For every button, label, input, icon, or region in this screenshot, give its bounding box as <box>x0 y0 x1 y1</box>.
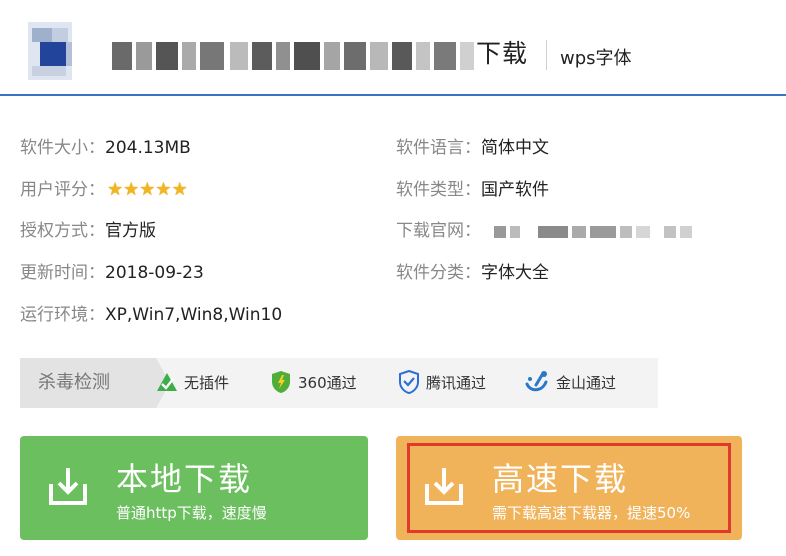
blurred-official-url[interactable] <box>494 226 694 238</box>
fast-download-subtitle: 需下载高速下载器，提速50% <box>492 504 691 522</box>
av-item-label: 金山通过 <box>556 374 617 392</box>
av-item-label: 无插件 <box>184 374 230 392</box>
star-icon: ★ <box>123 179 140 200</box>
info-language-value: 简体中文 <box>481 138 549 158</box>
av-item-kingsoft: 金山通过 <box>524 358 616 408</box>
rating-stars: ★★★★★ <box>107 178 188 202</box>
info-size: 软件大小：204.13MB <box>20 136 191 160</box>
star-icon: ★ <box>139 179 156 200</box>
av-item-tencent: 腾讯通过 <box>398 358 486 408</box>
info-updated-label: 更新时间： <box>20 263 105 283</box>
title-tag: wps字体 <box>560 48 632 69</box>
page-title-suffix: 下载 <box>476 39 529 68</box>
info-language: 软件语言：简体中文 <box>396 136 549 160</box>
av-item-label: 腾讯通过 <box>426 374 487 392</box>
info-language-label: 软件语言： <box>396 138 481 158</box>
star-icon: ★ <box>107 179 124 200</box>
info-env: 运行环境：XP,Win7,Win8,Win10 <box>20 303 282 327</box>
info-license-label: 授权方式： <box>20 221 105 241</box>
info-size-label: 软件大小： <box>20 138 105 158</box>
av-item-360: 360通过 <box>270 358 357 408</box>
info-env-label: 运行环境： <box>20 305 105 325</box>
av-item-label: 360通过 <box>298 374 357 392</box>
local-download-button[interactable]: 本地下载 普通http下载，速度慢 <box>20 436 368 540</box>
antivirus-bar: 杀毒检测 无插件 360通过 腾讯通过 金山通过 <box>20 358 658 408</box>
download-icon <box>425 468 463 505</box>
green-check-triangle-icon <box>157 372 177 391</box>
software-header: 下载 wps字体 <box>0 0 786 96</box>
blurred-title <box>112 42 474 70</box>
info-rating: 用户评分： ★★★★★ <box>20 178 188 202</box>
info-category-label: 软件分类： <box>396 263 481 283</box>
info-env-value: XP,Win7,Win8,Win10 <box>105 305 283 325</box>
kingsoft-icon <box>525 370 548 391</box>
fast-download-button[interactable]: 高速下载 需下载高速下载器，提速50% <box>396 436 742 540</box>
info-type: 软件类型：国产软件 <box>396 178 549 202</box>
local-download-subtitle: 普通http下载，速度慢 <box>116 504 267 522</box>
app-file-icon <box>26 20 74 82</box>
star-icon: ★ <box>155 179 172 200</box>
fast-download-title: 高速下载 <box>492 460 629 498</box>
info-official: 下载官网： <box>396 219 481 243</box>
info-updated: 更新时间：2018-09-23 <box>20 261 204 285</box>
tencent-shield-icon <box>399 369 419 394</box>
av-item-no-plugin: 无插件 <box>156 358 229 408</box>
info-category-value[interactable]: 字体大全 <box>481 263 549 283</box>
antivirus-label: 杀毒检测 <box>20 358 156 408</box>
local-download-title: 本地下载 <box>116 460 253 498</box>
title-divider <box>546 40 547 70</box>
star-icon: ★ <box>171 179 188 200</box>
download-icon <box>49 468 87 505</box>
info-updated-value: 2018-09-23 <box>105 263 204 283</box>
info-category: 软件分类：字体大全 <box>396 261 549 285</box>
360-shield-icon <box>272 370 290 393</box>
info-type-label: 软件类型： <box>396 180 481 200</box>
info-official-label: 下载官网： <box>396 221 481 241</box>
info-license: 授权方式：官方版 <box>20 219 156 243</box>
info-license-value: 官方版 <box>105 221 156 241</box>
info-type-value: 国产软件 <box>481 180 549 200</box>
info-size-value: 204.13MB <box>105 138 191 158</box>
info-rating-label: 用户评分： <box>20 180 105 200</box>
